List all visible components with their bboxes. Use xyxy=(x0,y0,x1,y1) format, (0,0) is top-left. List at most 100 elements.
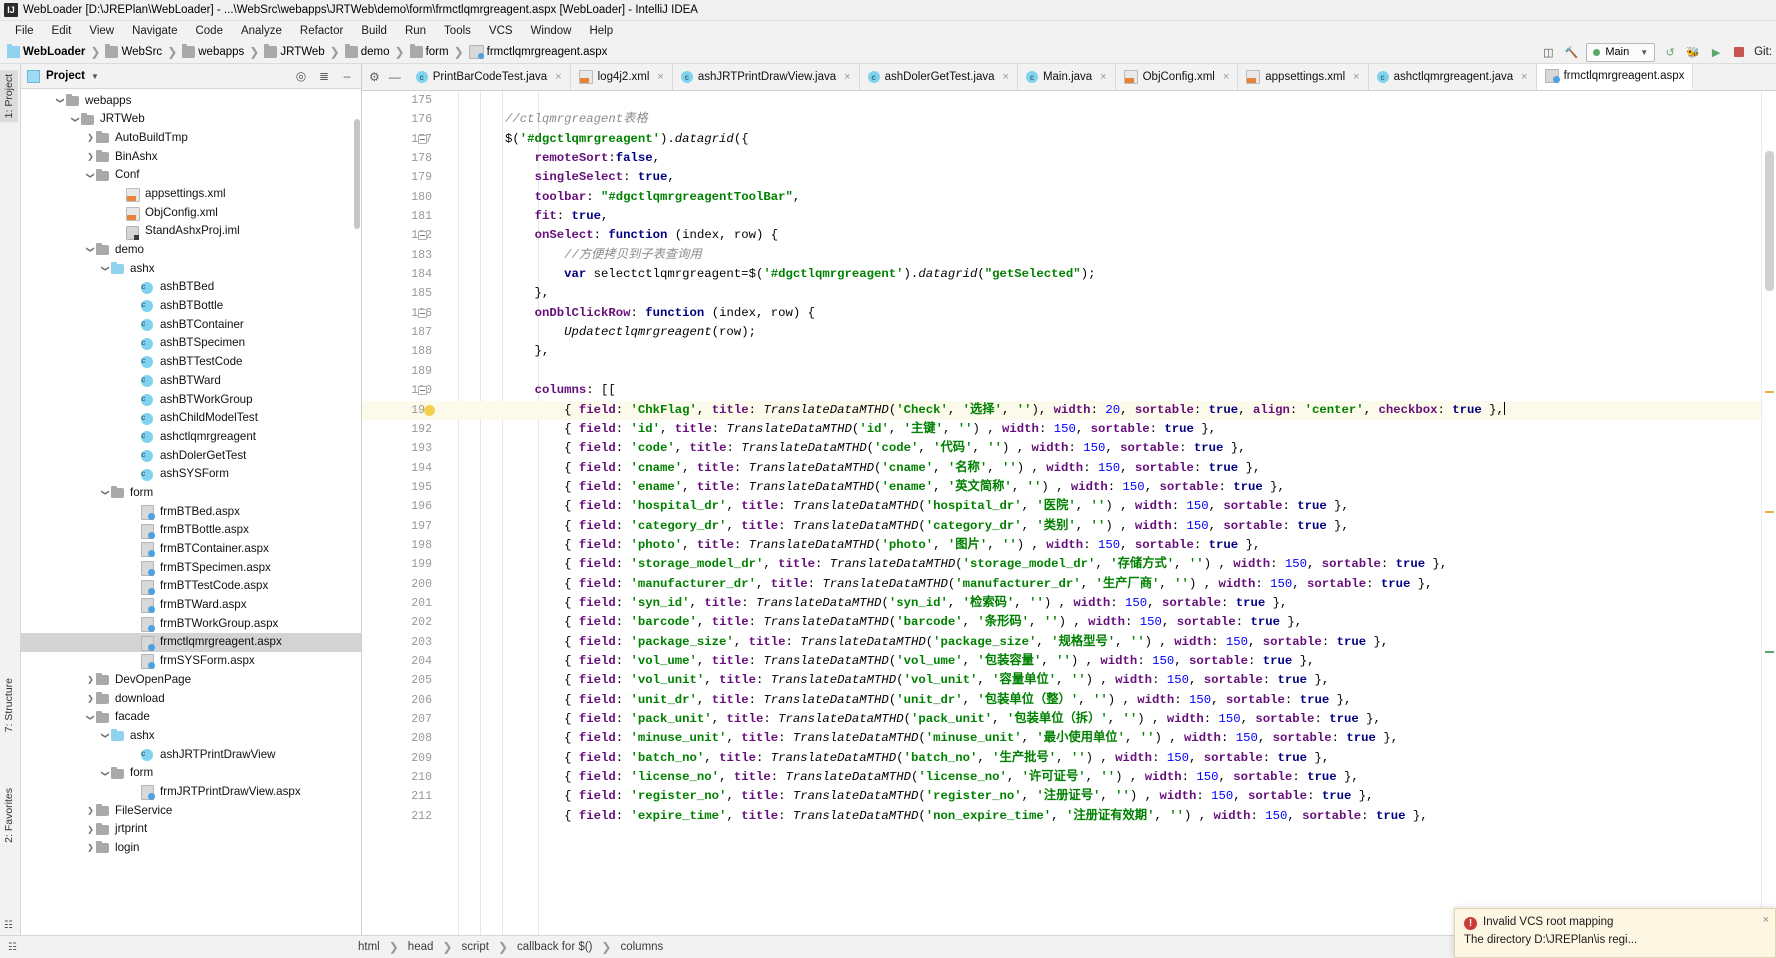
menu-item-run[interactable]: Run xyxy=(396,23,435,39)
code-line[interactable]: { field: 'barcode', title: TranslateData… xyxy=(440,613,1776,632)
chevron-down-icon[interactable] xyxy=(85,245,96,254)
code-line[interactable]: { field: 'storage_model_dr', title: Tran… xyxy=(440,555,1776,574)
tree-node-form[interactable]: form xyxy=(21,764,361,783)
menu-item-vcs[interactable]: VCS xyxy=(480,23,522,39)
gear-icon[interactable]: ⚙ xyxy=(369,70,380,84)
hammer-icon[interactable]: 🔨 xyxy=(1563,44,1579,60)
code-line[interactable]: Updatectlqmrgreagent(row); xyxy=(440,323,1776,342)
tree-node-frmbtcontainer-aspx[interactable]: frmBTContainer.aspx xyxy=(21,540,361,559)
code-line[interactable]: onSelect: function (index, row) { xyxy=(440,226,1776,245)
close-icon[interactable]: × xyxy=(1763,914,1769,926)
code-line[interactable]: { field: 'hospital_dr', title: Translate… xyxy=(440,497,1776,516)
code-line[interactable] xyxy=(440,91,1776,110)
code-text[interactable]: //ctlqmrgreagent表格 $('#dgctlqmrgreagent'… xyxy=(440,91,1776,935)
tree-node-webapps[interactable]: webapps xyxy=(21,91,361,110)
tree-node-frmjrtprintdrawview-aspx[interactable]: frmJRTPrintDrawView.aspx xyxy=(21,782,361,801)
tree-node-frmbtbed-aspx[interactable]: frmBTBed.aspx xyxy=(21,502,361,521)
breadcrumb-item-webloader[interactable]: WebLoader xyxy=(6,44,86,58)
tree-node-ashbtbed[interactable]: c ashBTBed xyxy=(21,278,361,297)
code-line[interactable]: { field: 'register_no', title: Translate… xyxy=(440,787,1776,806)
tree-node-ashsysform[interactable]: c ashSYSForm xyxy=(21,465,361,484)
menu-item-code[interactable]: Code xyxy=(186,23,232,39)
status-breadcrumb-item-head[interactable]: head xyxy=(404,941,438,953)
code-fold-icon[interactable] xyxy=(418,386,427,396)
git-label[interactable]: Git: xyxy=(1754,46,1772,58)
tree-node-frmsysform-aspx[interactable]: frmSYSForm.aspx xyxy=(21,652,361,671)
menu-item-window[interactable]: Window xyxy=(522,23,581,39)
code-fold-icon[interactable] xyxy=(418,231,427,241)
code-fold-icon[interactable] xyxy=(418,308,427,318)
hide-icon[interactable]: – xyxy=(339,68,355,84)
code-line[interactable]: singleSelect: true, xyxy=(440,168,1776,187)
rail-tab-structure[interactable]: 7: Structure xyxy=(0,674,18,736)
code-line[interactable]: var selectctlqmrgreagent=$('#dgctlqmrgre… xyxy=(440,265,1776,284)
tree-node-login[interactable]: login xyxy=(21,839,361,858)
code-line[interactable]: { field: 'vol_ume', title: TranslateData… xyxy=(440,652,1776,671)
tree-node-devopenpage[interactable]: DevOpenPage xyxy=(21,670,361,689)
editor-tab-appsettings-xml[interactable]: appsettings.xml × xyxy=(1238,64,1369,90)
close-icon[interactable]: × xyxy=(1100,71,1106,83)
code-line[interactable]: { field: 'pack_unit', title: TranslateDa… xyxy=(440,710,1776,729)
code-line[interactable]: { field: 'vol_unit', title: TranslateDat… xyxy=(440,671,1776,690)
chevron-right-icon[interactable] xyxy=(85,133,96,142)
code-line[interactable] xyxy=(440,362,1776,381)
close-icon[interactable]: × xyxy=(657,71,663,83)
chevron-right-icon[interactable] xyxy=(85,152,96,161)
tree-node-frmbttestcode-aspx[interactable]: frmBTTestCode.aspx xyxy=(21,577,361,596)
breadcrumb-item-form[interactable]: form xyxy=(409,44,450,58)
tree-node-autobuildtmp[interactable]: AutoBuildTmp xyxy=(21,128,361,147)
chevron-down-icon[interactable] xyxy=(100,769,111,778)
tree-node-ashbttestcode[interactable]: c ashBTTestCode xyxy=(21,353,361,372)
chevron-right-icon[interactable] xyxy=(85,694,96,703)
notification-balloon[interactable]: × ! Invalid VCS root mapping The directo… xyxy=(1454,908,1776,958)
minimize-icon[interactable]: — xyxy=(389,70,401,84)
rail-tab-favorites[interactable]: 2: Favorites xyxy=(0,784,18,847)
breadcrumb-item-frmctlqmrgreagent-aspx[interactable]: frmctlqmrgreagent.aspx xyxy=(468,45,609,59)
menu-item-tools[interactable]: Tools xyxy=(435,23,480,39)
tree-node-frmbtspecimen-aspx[interactable]: frmBTSpecimen.aspx xyxy=(21,558,361,577)
code-line[interactable]: { field: 'category_dr', title: Translate… xyxy=(440,517,1776,536)
tree-node-frmbtworkgroup-aspx[interactable]: frmBTWorkGroup.aspx xyxy=(21,614,361,633)
menu-item-help[interactable]: Help xyxy=(580,23,622,39)
collapse-all-icon[interactable]: ≣ xyxy=(316,68,332,84)
editor-tab-main-java[interactable]: c Main.java × xyxy=(1017,64,1116,90)
code-line[interactable]: }, xyxy=(440,284,1776,303)
code-line[interactable]: //方便拷贝到子表查询用 xyxy=(440,246,1776,265)
tree-node-download[interactable]: download xyxy=(21,689,361,708)
tree-node-ashjrtprintdrawview[interactable]: c ashJRTPrintDrawView xyxy=(21,745,361,764)
tree-node-jrtweb[interactable]: JRTWeb xyxy=(21,110,361,129)
close-icon[interactable]: × xyxy=(1003,71,1009,83)
scrollbar-thumb[interactable] xyxy=(1765,151,1774,291)
run-configuration-selector[interactable]: Main ▼ xyxy=(1586,42,1656,62)
rail-menu-icon[interactable]: ☷ xyxy=(4,920,13,931)
tree-node-objconfig-xml[interactable]: ObjConfig.xml xyxy=(21,203,361,222)
code-line[interactable]: { field: 'license_no', title: TranslateD… xyxy=(440,768,1776,787)
tree-node-frmbtbottle-aspx[interactable]: frmBTBottle.aspx xyxy=(21,521,361,540)
menu-item-build[interactable]: Build xyxy=(352,23,396,39)
code-line[interactable]: fit: true, xyxy=(440,207,1776,226)
breadcrumb-item-jrtweb[interactable]: JRTWeb xyxy=(263,44,325,58)
tree-node-form[interactable]: form xyxy=(21,483,361,502)
status-breadcrumb-item-script[interactable]: script xyxy=(457,941,492,953)
tree-node-ashbtspecimen[interactable]: c ashBTSpecimen xyxy=(21,334,361,353)
code-line[interactable]: { field: 'cname', title: TranslateDataMT… xyxy=(440,459,1776,478)
rail-tab-project[interactable]: 1: Project xyxy=(0,70,18,123)
editor-tab-ashdolergettest-java[interactable]: c ashDolerGetTest.java × xyxy=(859,64,1018,90)
chevron-right-icon[interactable] xyxy=(85,675,96,684)
tree-node-frmbtward-aspx[interactable]: frmBTWard.aspx xyxy=(21,596,361,615)
chevron-down-icon[interactable] xyxy=(70,115,81,124)
code-line[interactable]: { field: 'unit_dr', title: TranslateData… xyxy=(440,691,1776,710)
editor-tab-objconfig-xml[interactable]: ObjConfig.xml × xyxy=(1115,64,1239,90)
editor-tab-printbarcodetest-java[interactable]: c PrintBarCodeTest.java × xyxy=(407,64,571,90)
code-line[interactable]: { field: 'id', title: TranslateDataMTHD(… xyxy=(440,420,1776,439)
tree-node-ashchildmodeltest[interactable]: c ashChildModelTest xyxy=(21,409,361,428)
debug-icon[interactable]: 🐝 xyxy=(1685,44,1701,60)
code-line[interactable]: columns: [[ xyxy=(440,381,1776,400)
chevron-down-icon[interactable] xyxy=(85,171,96,180)
close-icon[interactable]: × xyxy=(555,71,561,83)
code-fold-icon[interactable] xyxy=(418,134,427,144)
chevron-down-icon[interactable] xyxy=(100,264,111,273)
code-line[interactable]: //ctlqmrgreagent表格 xyxy=(440,110,1776,129)
breadcrumb-item-webapps[interactable]: webapps xyxy=(181,44,245,58)
layout-icon[interactable]: ◫ xyxy=(1540,44,1556,60)
